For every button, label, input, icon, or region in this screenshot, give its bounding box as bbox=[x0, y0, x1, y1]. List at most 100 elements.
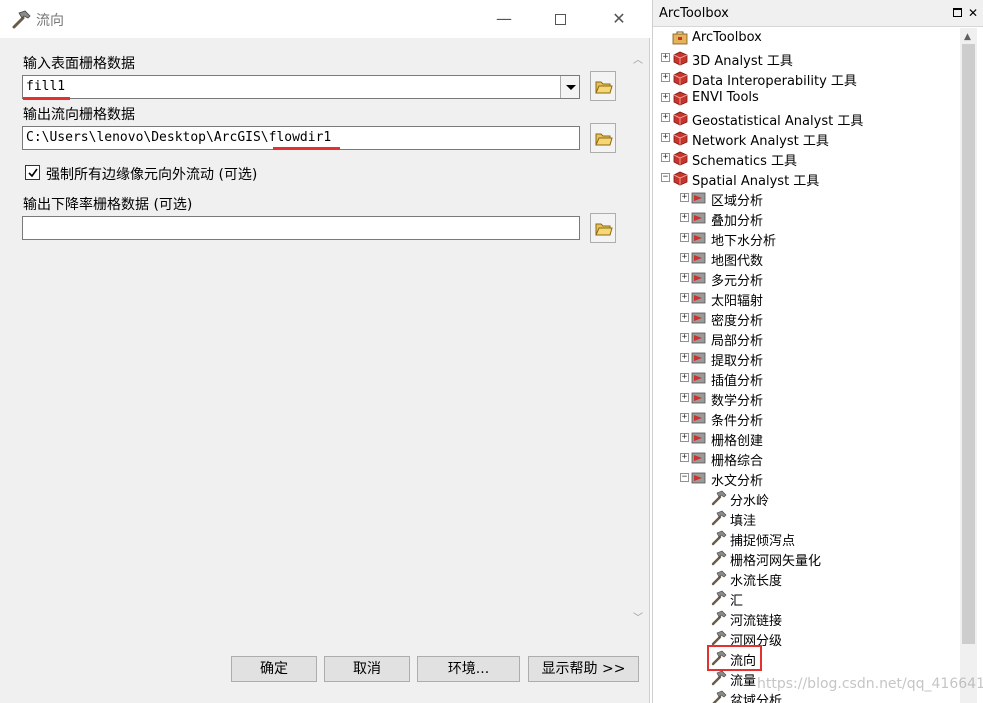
ok-button[interactable]: 确定 bbox=[231, 656, 317, 682]
toolset-row[interactable]: + 局部分析 bbox=[653, 328, 959, 349]
toolset-label: 水文分析 bbox=[711, 474, 764, 489]
scroll-down-icon[interactable]: ﹀ bbox=[633, 614, 643, 624]
expand-icon[interactable]: + bbox=[680, 453, 689, 462]
toolbox-icon bbox=[672, 170, 689, 186]
output-drop-label: 输出下降率栅格数据 (可选) bbox=[23, 197, 193, 213]
toolset-icon bbox=[691, 210, 708, 226]
toolset-row[interactable]: + 多元分析 bbox=[653, 268, 959, 289]
toolset-row[interactable]: + 插值分析 bbox=[653, 368, 959, 389]
toolset-row[interactable]: + 栅格创建 bbox=[653, 428, 959, 449]
toolbox-row[interactable]: +3D Analyst 工具 bbox=[653, 48, 959, 69]
expand-icon[interactable]: + bbox=[661, 73, 670, 82]
expand-icon[interactable]: + bbox=[661, 53, 670, 62]
tool-label: 分水岭 bbox=[730, 494, 770, 509]
root-row[interactable]: ArcToolbox bbox=[653, 28, 959, 48]
dialog-titlebar[interactable]: 流向 — ✕ bbox=[0, 0, 650, 38]
expand-icon[interactable]: + bbox=[680, 373, 689, 382]
close-icon[interactable]: ✕ bbox=[966, 6, 980, 20]
force-flow-checkbox[interactable] bbox=[25, 165, 40, 180]
collapse-icon[interactable]: − bbox=[661, 173, 670, 182]
scroll-up-icon[interactable]: ︿ bbox=[633, 56, 643, 66]
expand-icon[interactable]: + bbox=[680, 253, 689, 262]
output-drop-input[interactable] bbox=[22, 216, 580, 240]
expand-icon[interactable]: + bbox=[680, 213, 689, 222]
toolbox-scrollbar[interactable]: ▲ bbox=[960, 28, 977, 703]
expand-icon[interactable]: + bbox=[680, 333, 689, 342]
cancel-button[interactable]: 取消 bbox=[324, 656, 410, 682]
hammer-icon bbox=[12, 10, 31, 29]
toolset-row[interactable]: + 叠加分析 bbox=[653, 208, 959, 229]
toolset-label: 多元分析 bbox=[711, 274, 764, 289]
close-button[interactable]: ✕ bbox=[606, 6, 632, 32]
toolset-label: 地图代数 bbox=[711, 254, 764, 269]
toolbox-row[interactable]: + Schematics 工具 bbox=[653, 148, 959, 169]
toolbox-row[interactable]: − Spatial Analyst 工具 bbox=[653, 168, 959, 189]
scrollbar-thumb[interactable] bbox=[962, 44, 975, 644]
toolbox-icon bbox=[672, 150, 689, 166]
browse-drop-button[interactable] bbox=[590, 213, 616, 243]
expand-icon[interactable]: + bbox=[680, 233, 689, 242]
tool-row[interactable]: 河网分级 bbox=[653, 628, 959, 649]
dialog-scrollbar[interactable]: ︿ ﹀ bbox=[628, 40, 648, 636]
toolset-row[interactable]: + 提取分析 bbox=[653, 348, 959, 369]
toolset-label: 插值分析 bbox=[711, 374, 764, 389]
expand-icon[interactable]: + bbox=[680, 413, 689, 422]
toolset-row[interactable]: + 地下水分析 bbox=[653, 228, 959, 249]
toolbox-row[interactable]: + Data Interoperability 工具 bbox=[653, 68, 959, 89]
maximize-button[interactable] bbox=[547, 6, 573, 32]
tool-row[interactable]: 水流长度 bbox=[653, 568, 959, 589]
input-raster-label: 输入表面栅格数据 bbox=[23, 56, 135, 72]
expand-icon[interactable]: + bbox=[680, 393, 689, 402]
hammer-icon bbox=[710, 590, 727, 606]
expand-icon[interactable]: + bbox=[661, 133, 670, 142]
browse-input-button[interactable] bbox=[590, 71, 616, 101]
expand-icon[interactable]: + bbox=[680, 193, 689, 202]
toolset-icon bbox=[691, 310, 708, 326]
toolset-row[interactable]: + 数学分析 bbox=[653, 388, 959, 409]
expand-icon[interactable]: + bbox=[680, 293, 689, 302]
toolbox-tree: ArcToolbox +3D Analyst 工具 + Data Interopera… bbox=[653, 28, 959, 703]
expand-icon[interactable]: + bbox=[680, 273, 689, 282]
tool-row[interactable]: 汇 bbox=[653, 588, 959, 609]
expand-icon[interactable]: + bbox=[680, 353, 689, 362]
expand-icon[interactable]: + bbox=[680, 313, 689, 322]
input-raster-combobox[interactable]: fill1 bbox=[22, 75, 580, 99]
toolset-icon bbox=[691, 330, 708, 346]
toolbox-label: Network Analyst 工具 bbox=[692, 134, 829, 149]
toolbox-icon bbox=[672, 90, 689, 106]
hammer-icon bbox=[710, 530, 727, 546]
toolbox-icon bbox=[672, 110, 689, 126]
toolset-row[interactable]: + 条件分析 bbox=[653, 408, 959, 429]
tool-row[interactable]: 捕捉倾泻点 bbox=[653, 528, 959, 549]
tool-row[interactable]: 填洼 bbox=[653, 508, 959, 529]
tool-row[interactable]: 栅格河网矢量化 bbox=[653, 548, 959, 569]
expand-icon[interactable]: + bbox=[661, 113, 670, 122]
toolset-row[interactable]: − 水文分析 bbox=[653, 468, 959, 489]
toolbox-icon bbox=[672, 130, 689, 146]
collapse-icon[interactable]: − bbox=[680, 473, 689, 482]
minimize-button[interactable]: — bbox=[491, 6, 517, 32]
tool-row[interactable]: 河流链接 bbox=[653, 608, 959, 629]
scroll-up-icon[interactable]: ▲ bbox=[964, 32, 971, 42]
toolset-row[interactable]: + 地图代数 bbox=[653, 248, 959, 269]
show-help-button[interactable]: 显示帮助 >> bbox=[528, 656, 639, 682]
toolbox-row[interactable]: + Geostatistical Analyst 工具 bbox=[653, 108, 959, 129]
browse-output-button[interactable] bbox=[590, 123, 616, 153]
toolset-row[interactable]: + 密度分析 bbox=[653, 308, 959, 329]
toolset-icon bbox=[691, 410, 708, 426]
expand-icon[interactable]: + bbox=[680, 433, 689, 442]
tool-row[interactable]: 分水岭 bbox=[653, 488, 959, 509]
environments-button[interactable]: 环境... bbox=[417, 656, 520, 682]
toolset-row[interactable]: + 栅格综合 bbox=[653, 448, 959, 469]
toolbox-row[interactable]: + Network Analyst 工具 bbox=[653, 128, 959, 149]
expand-icon[interactable]: + bbox=[661, 93, 670, 102]
hammer-icon bbox=[710, 690, 727, 703]
combobox-dropdown-button[interactable] bbox=[560, 76, 579, 98]
toolbox-row[interactable]: + ENVI Tools bbox=[653, 88, 959, 108]
expand-icon[interactable]: + bbox=[661, 153, 670, 162]
hammer-icon bbox=[710, 610, 727, 626]
toolset-row[interactable]: + 区域分析 bbox=[653, 188, 959, 209]
tool-row[interactable]: 流向 bbox=[653, 645, 959, 671]
toolset-row[interactable]: + 太阳辐射 bbox=[653, 288, 959, 309]
dock-icon[interactable] bbox=[950, 6, 964, 20]
